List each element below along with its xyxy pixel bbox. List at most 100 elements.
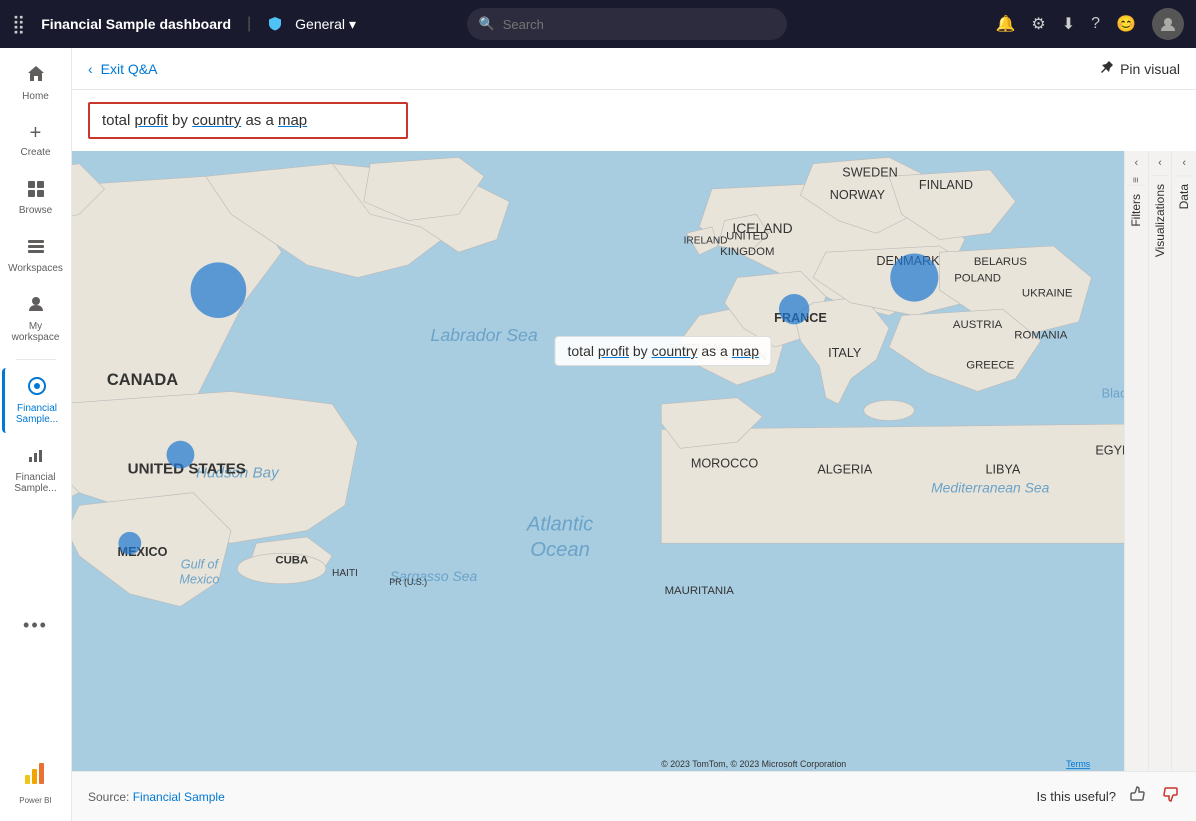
sidebar-item-home[interactable]: Home (2, 56, 70, 110)
svg-text:PORTUGAL: PORTUGAL (669, 343, 725, 354)
chevron-left-icon: ‹ (1135, 151, 1139, 175)
svg-text:MAURITANIA: MAURITANIA (665, 585, 735, 597)
france-data-circle (779, 294, 809, 324)
powerbi-logo: Power BI (19, 749, 51, 813)
query-text-total: total (102, 112, 135, 129)
data-tab-label[interactable]: Data (1175, 175, 1193, 217)
svg-text:Terms: Terms (1066, 759, 1091, 769)
visualizations-panel-toggle[interactable]: ‹ Visualizations (1149, 151, 1173, 771)
svg-text:Mexico: Mexico (179, 573, 219, 587)
qna-query-box[interactable]: total profit by country as a map (88, 102, 408, 139)
map-svg: Labrador Sea Hudson Bay Atlantic Ocean S… (72, 151, 1124, 771)
source-link[interactable]: Financial Sample (133, 790, 225, 804)
financial2-icon (26, 445, 46, 470)
create-icon: + (30, 122, 42, 145)
svg-text:LIBYA: LIBYA (985, 463, 1020, 477)
sidebar-item-my-workspace[interactable]: My workspace (2, 286, 70, 351)
svg-text:AUSTRIA: AUSTRIA (953, 319, 1003, 331)
sidebar-item-browse[interactable]: Browse (2, 170, 70, 224)
query-text-profit: profit (135, 112, 168, 129)
sidebar-item-create[interactable]: + Create (2, 114, 70, 166)
query-text-as-a: as a (241, 112, 278, 129)
svg-text:Ocean: Ocean (530, 539, 590, 561)
sidebar-create-label: Create (20, 147, 50, 158)
thumbs-down-button[interactable] (1160, 784, 1180, 809)
app-title: Financial Sample dashboard (41, 16, 231, 32)
pin-icon (1100, 60, 1114, 77)
svg-text:IRELAND: IRELAND (684, 235, 728, 246)
more-icon: ••• (23, 615, 48, 636)
avatar[interactable] (1152, 8, 1184, 40)
notification-button[interactable]: 🔔 (995, 14, 1015, 34)
download-button[interactable]: ⬇ (1062, 14, 1075, 34)
shield-icon (267, 16, 283, 32)
exit-qna-button[interactable]: ‹ Exit Q&A (88, 61, 157, 77)
back-arrow-icon: ‹ (88, 61, 93, 77)
map-and-panels: Labrador Sea Hudson Bay Atlantic Ocean S… (72, 151, 1196, 771)
query-text-map: map (278, 112, 307, 129)
query-text-country: country (192, 112, 241, 129)
right-panels: ‹ ≡ Filters ‹ Visualizations ‹ Data (1124, 151, 1196, 771)
svg-text:Labrador Sea: Labrador Sea (430, 325, 537, 345)
svg-text:Gulf of: Gulf of (181, 558, 220, 572)
svg-text:ALGERIA: ALGERIA (817, 463, 872, 477)
search-input[interactable] (503, 17, 775, 32)
filters-tab-label[interactable]: Filters (1127, 185, 1145, 235)
svg-text:UKRAINE: UKRAINE (1022, 288, 1073, 300)
svg-text:Atlantic: Atlantic (526, 514, 593, 536)
my-workspace-icon (26, 294, 46, 319)
map-container[interactable]: Labrador Sea Hudson Bay Atlantic Ocean S… (72, 151, 1124, 771)
qna-header: ‹ Exit Q&A Pin visual (72, 48, 1196, 90)
sidebar-browse-label: Browse (19, 205, 52, 216)
sidebar-myworkspace-label: My workspace (6, 321, 66, 343)
thumbs-up-button[interactable] (1128, 784, 1148, 809)
svg-text:ROMANIA: ROMANIA (1014, 329, 1067, 341)
feedback-button[interactable]: 😊 (1116, 14, 1136, 34)
home-icon (26, 64, 46, 89)
help-button[interactable]: ? (1091, 15, 1100, 33)
sidebar-financial1-label: Financial Sample... (9, 403, 66, 425)
workspaces-icon (26, 236, 46, 261)
sidebar-item-financial2[interactable]: Financial Sample... (2, 437, 70, 502)
search-icon: 🔍 (479, 16, 495, 32)
sidebar-item-workspaces[interactable]: Workspaces (2, 228, 70, 282)
svg-text:MOROCCO: MOROCCO (691, 456, 759, 470)
workspace-selector[interactable]: General ▾ (295, 16, 356, 33)
browse-icon (26, 178, 46, 203)
sidebar-item-financial1[interactable]: Financial Sample... (2, 368, 70, 433)
main-layout: Home + Create Browse Workspaces My works… (0, 48, 1196, 821)
chevron-left-icon3: ‹ (1182, 151, 1186, 175)
us-data-circle (167, 441, 195, 469)
exit-qna-label: Exit Q&A (101, 61, 158, 77)
svg-text:Black S: Black S (1102, 387, 1124, 401)
financial1-icon (27, 376, 47, 401)
svg-text:HAITI: HAITI (332, 568, 358, 579)
visualizations-tab-label[interactable]: Visualizations (1151, 175, 1169, 265)
svg-text:UNITED: UNITED (726, 231, 768, 243)
filters-panel-toggle[interactable]: ‹ ≡ Filters (1125, 151, 1149, 771)
sidebar-workspaces-label: Workspaces (8, 263, 63, 274)
footer: Source: Financial Sample Is this useful? (72, 771, 1196, 821)
svg-text:EGYPT: EGYPT (1095, 444, 1124, 458)
pin-visual-label: Pin visual (1120, 61, 1180, 77)
chevron-left-icon2: ‹ (1158, 151, 1162, 175)
canada-data-circle (191, 262, 247, 318)
footer-feedback: Is this useful? (1037, 784, 1181, 809)
search-bar[interactable]: 🔍 (467, 8, 787, 40)
sidebar-financial2-label: Financial Sample... (6, 472, 66, 494)
settings-button[interactable]: ⚙ (1031, 14, 1045, 34)
svg-text:© 2023 TomTom, © 2023 Microsof: © 2023 TomTom, © 2023 Microsoft Corporat… (661, 759, 846, 769)
sidebar-more-button[interactable]: ••• (2, 607, 70, 644)
svg-text:CANADA: CANADA (107, 371, 178, 389)
data-panel-toggle[interactable]: ‹ Data (1172, 151, 1196, 771)
svg-text:SWEDEN: SWEDEN (842, 165, 897, 179)
svg-text:KINGDOM: KINGDOM (720, 246, 774, 258)
sidebar: Home + Create Browse Workspaces My works… (0, 48, 72, 821)
query-text-by: by (168, 112, 192, 129)
main-content: ‹ Exit Q&A Pin visual total profit by co… (72, 48, 1196, 821)
sidebar-divider (16, 359, 56, 360)
qna-input-area: total profit by country as a map (72, 90, 1196, 151)
germany-data-circle (890, 253, 938, 301)
pin-visual-button[interactable]: Pin visual (1100, 60, 1180, 77)
mexico-data-circle (118, 532, 141, 555)
